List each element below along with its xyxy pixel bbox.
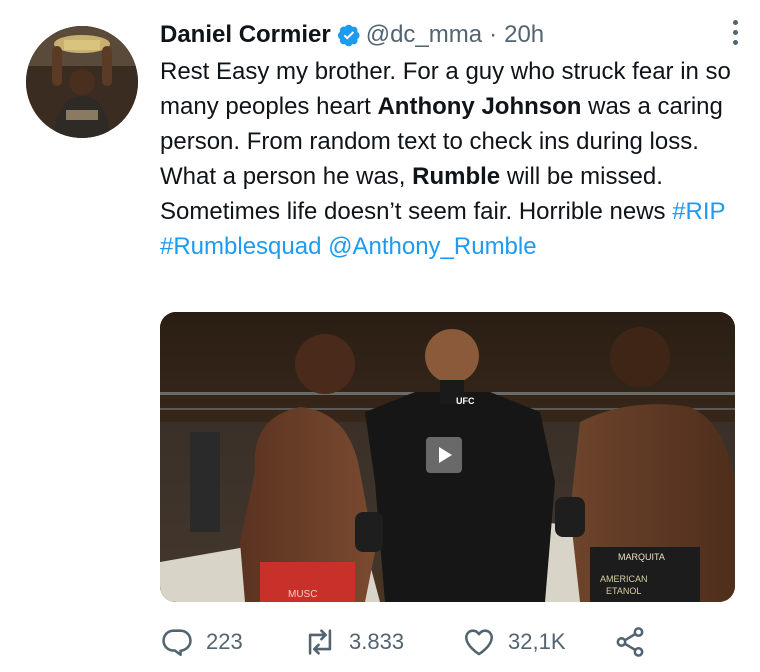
media-text: AMERICAN: [600, 574, 648, 584]
retweet-icon: [308, 629, 332, 655]
tweet-timestamp[interactable]: 20h: [504, 21, 544, 49]
tweet-text: Rest Easy my brother. For a guy who stru…: [160, 54, 735, 264]
more-icon[interactable]: [730, 20, 740, 50]
tweet-actions: 223 3.833 32,1K: [160, 624, 680, 660]
retweet-count: 3.833: [349, 629, 405, 654]
mention-link[interactable]: @Anthony_Rumble: [328, 233, 536, 260]
play-icon[interactable]: [426, 437, 462, 473]
media-text: MUSC: [288, 589, 317, 600]
hashtag-link[interactable]: #Rumblesquad: [160, 233, 321, 260]
like-button[interactable]: 32,1K: [462, 624, 566, 660]
reply-button[interactable]: 223: [160, 624, 243, 660]
avatar-image: [26, 26, 138, 138]
author-handle[interactable]: @dc_mma: [366, 21, 482, 49]
separator-dot: ·: [489, 21, 498, 48]
like-count: 32,1K: [508, 629, 566, 654]
verified-icon: [337, 24, 360, 47]
hashtag-link[interactable]: #RIP: [672, 198, 725, 225]
avatar[interactable]: [26, 26, 138, 138]
retweet-button[interactable]: 3.833: [303, 624, 404, 660]
media-text: MARQUITA: [618, 552, 665, 562]
media-text: ETANOL: [606, 586, 641, 596]
media-text: UFC: [456, 396, 475, 406]
reply-icon: [162, 629, 192, 657]
share-button[interactable]: [613, 624, 659, 660]
tweet-header: Daniel Cormier @dc_mma · 20h: [160, 18, 740, 52]
reply-count: 223: [206, 629, 243, 654]
like-icon: [464, 629, 494, 656]
tweet-text-bold: Rumble: [412, 163, 501, 190]
tweet-text-bold: Anthony Johnson: [377, 93, 582, 120]
tweet-content: Daniel Cormier @dc_mma · 20h Rest Easy m…: [160, 18, 740, 264]
share-icon: [616, 627, 644, 657]
author-display-name[interactable]: Daniel Cormier: [160, 21, 331, 49]
